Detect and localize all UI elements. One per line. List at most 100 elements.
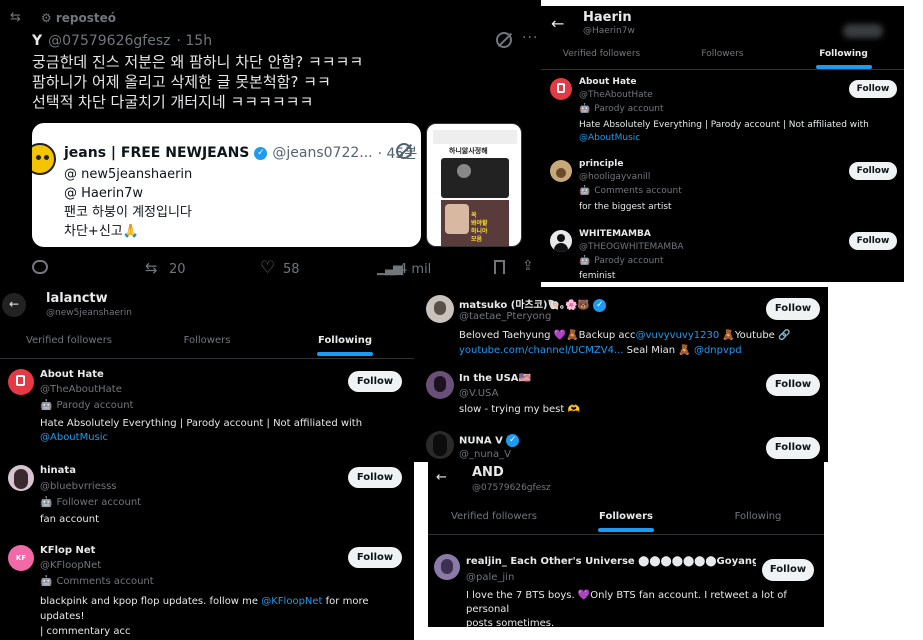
tweet-panel: ⇆ ⚙ reposteó Y @07579626gfesz · 15h ··· …: [0, 0, 541, 287]
user-name[interactable]: realjin_ Each Other's Universe ⬤⬤⬤⬤⬤⬤⬤Go…: [466, 556, 756, 567]
user-name[interactable]: WHITEMAMBA: [579, 229, 651, 239]
follow-button[interactable]: Follow: [348, 547, 402, 568]
user-name[interactable]: About Hate: [40, 369, 104, 380]
user-handle[interactable]: @TheAboutHate: [40, 384, 122, 395]
user-name[interactable]: hinata: [40, 465, 76, 476]
quote-handle: @jeans0722...: [272, 145, 373, 161]
user-name[interactable]: NUNA V ✓: [459, 434, 520, 447]
tab-followers[interactable]: Followers: [560, 511, 692, 532]
list-item[interactable]: About Hate @TheAboutHate 🤖 Parody account…: [0, 365, 414, 451]
bio-text: Beloved Taehyung 💜🧸Backup acc: [459, 330, 636, 341]
user-handle[interactable]: @THEOGWHITEMAMBA: [579, 242, 684, 252]
follow-button[interactable]: Follow: [766, 374, 820, 396]
list-item[interactable]: KF KFlop Net @KFloopNet 🤖 Comments accoun…: [0, 541, 414, 639]
list-item[interactable]: WHITEMAMBA @THEOGWHITEMAMBA 🤖 Parody acco…: [541, 226, 904, 282]
list-item[interactable]: About Hate @TheAboutHate 🤖 Parody account…: [541, 74, 904, 154]
like-icon[interactable]: ♡: [260, 258, 275, 278]
follow-button[interactable]: Follow: [766, 437, 820, 459]
list-item[interactable]: In the USA🇺🇸 @V.USA slow - trying my bes…: [414, 367, 828, 419]
more-icon[interactable]: ···: [522, 30, 538, 46]
author-handle[interactable]: @07579626gfesz: [48, 33, 170, 49]
back-arrow-icon[interactable]: ←: [436, 470, 447, 485]
follow-button[interactable]: Follow: [849, 232, 897, 250]
bio-link[interactable]: @dnpvpd: [694, 345, 742, 356]
tab-verified-followers[interactable]: Verified followers: [0, 335, 138, 346]
user-handle[interactable]: @_nuna_V: [459, 449, 511, 460]
tab-following[interactable]: Following: [783, 49, 904, 69]
bio-link[interactable]: youtube.com/channel/UCMZV4...: [459, 345, 624, 356]
thumb-line: 봐야할: [471, 220, 488, 227]
user-handle[interactable]: @KFloopNet: [40, 560, 101, 571]
quote-header: jeans | FREE NEWJEANS ✓ @jeans0722... · …: [64, 143, 417, 163]
quote-card[interactable]: jeans | FREE NEWJEANS ✓ @jeans0722... · …: [32, 123, 421, 247]
user-handle[interactable]: @TheAboutHate: [579, 90, 653, 100]
avatar: [550, 230, 572, 252]
verified-icon: ✓: [593, 298, 607, 312]
back-arrow-icon[interactable]: ←: [551, 14, 564, 33]
user-handle[interactable]: @hooligayvanill: [579, 172, 650, 182]
follow-button[interactable]: Follow: [766, 298, 820, 320]
follow-button[interactable]: Follow: [762, 559, 814, 581]
account-label-text: Comments account: [594, 186, 682, 196]
profile-handle: @07579626gfesz: [472, 483, 551, 493]
profile-title: AND: [472, 465, 504, 480]
verified-icon: ✓: [254, 146, 268, 160]
user-name[interactable]: KFlop Net: [40, 545, 95, 556]
bio-link[interactable]: @vuvyvuvy1230: [636, 330, 720, 341]
bio-text: Hate Absolutely Everything | Parody acco…: [40, 418, 363, 429]
repost-icon: ⇆: [10, 10, 21, 25]
list-item[interactable]: hinata @bluebvrriesss 🤖 Follower account …: [0, 461, 414, 533]
list-item[interactable]: matsuko (마츠코)🐚｡🌸🐻 ✓ @taetae_Pteryong Bel…: [414, 287, 828, 362]
media-thumbnail[interactable]: 하니앓사정해 꼭 봐야할 하니아 모음: [426, 123, 522, 247]
follow-button[interactable]: Follow: [348, 467, 402, 488]
account-label-text: Parody account: [594, 256, 664, 266]
bio-link[interactable]: @AboutMusic: [579, 133, 640, 143]
avatar: [550, 78, 572, 100]
list-item[interactable]: realjin_ Each Other's Universe ⬤⬤⬤⬤⬤⬤⬤Go…: [428, 548, 824, 627]
quote-avatar: [32, 143, 56, 175]
list-item[interactable]: principle @hooligayvanill 🤖 Comments acco…: [541, 156, 904, 216]
retweet-icon[interactable]: ⇆: [145, 259, 158, 277]
account-label: 🤖 Parody account: [579, 104, 664, 114]
user-handle[interactable]: @V.USA: [459, 388, 498, 399]
follow-button[interactable]: Follow: [849, 162, 897, 180]
bio-text: I love the 7 BTS boys. 💜Only BTS fan acc…: [466, 590, 787, 615]
following-list-panel: matsuko (마츠코)🐚｡🌸🐻 ✓ @taetae_Pteryong Bel…: [414, 287, 828, 462]
tab-bar: Verified followers Followers Following: [541, 49, 904, 69]
user-bio: blackpink and kpop flop updates. follow …: [40, 594, 410, 639]
user-name[interactable]: About Hate: [579, 77, 636, 87]
user-handle[interactable]: @pale_jin: [466, 572, 514, 583]
tab-followers[interactable]: Followers: [138, 335, 276, 346]
verified-icon: ✓: [506, 434, 520, 447]
author-name[interactable]: Y: [32, 33, 42, 49]
views-icon[interactable]: ▁▃▅: [377, 261, 403, 276]
list-item[interactable]: NUNA V ✓ @_nuna_V Follow: [414, 427, 828, 462]
back-button[interactable]: ←: [2, 293, 26, 317]
bookmark-icon[interactable]: [494, 260, 505, 274]
user-handle[interactable]: @bluebvrriesss: [40, 481, 117, 492]
quote-line: @ Haerin7w: [64, 186, 143, 201]
tab-following[interactable]: Following: [276, 335, 414, 356]
account-label: 🤖 Parody account: [579, 256, 664, 266]
reply-icon[interactable]: [32, 260, 48, 274]
account-label: 🤖 Comments account: [40, 576, 154, 587]
bio-link[interactable]: @AboutMusic: [40, 432, 108, 443]
bio-link[interactable]: @KFloopNet: [261, 596, 322, 607]
follow-button[interactable]: Follow: [348, 371, 402, 392]
tab-verified-followers[interactable]: Verified followers: [541, 49, 662, 59]
user-bio: Hate Absolutely Everything | Parody acco…: [40, 417, 410, 445]
user-name[interactable]: matsuko (마츠코)🐚｡🌸🐻 ✓: [459, 296, 607, 312]
tab-following[interactable]: Following: [692, 511, 824, 522]
tab-followers[interactable]: Followers: [662, 49, 783, 59]
user-handle[interactable]: @taetae_Pteryong: [459, 311, 551, 322]
tweet-time[interactable]: · 15h: [176, 33, 212, 49]
avatar: [550, 160, 572, 182]
share-icon[interactable]: ⇪: [522, 258, 534, 274]
bio-text: Seal Mian 🧸: [623, 345, 694, 356]
user-name[interactable]: In the USA🇺🇸: [459, 373, 531, 384]
profile-handle: @Haerin7w: [583, 26, 635, 36]
tab-verified-followers[interactable]: Verified followers: [428, 511, 560, 522]
user-name[interactable]: principle: [579, 159, 623, 169]
follow-button[interactable]: Follow: [849, 80, 897, 98]
grok-icon[interactable]: [496, 32, 513, 48]
